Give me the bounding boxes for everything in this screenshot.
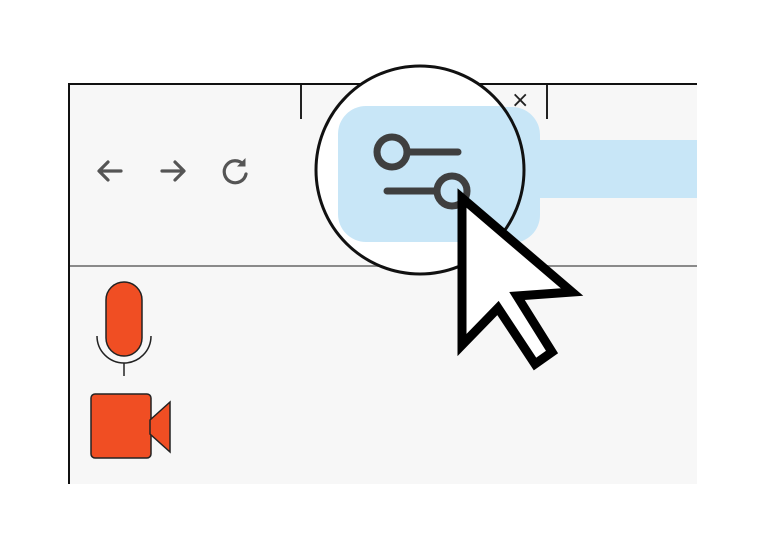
illustration-stage: × — [0, 0, 767, 551]
video-camera-icon — [90, 393, 171, 459]
forward-arrow-icon — [160, 160, 186, 182]
microphone-icon — [96, 281, 152, 376]
camera-permission[interactable] — [90, 390, 174, 465]
back-arrow-icon — [97, 160, 123, 182]
reload-icon — [222, 158, 248, 185]
address-bar[interactable] — [340, 107, 697, 243]
tab-divider — [300, 85, 302, 119]
toolbar-divider — [70, 265, 697, 267]
address-bar-field — [490, 140, 697, 198]
microphone-permission[interactable] — [92, 280, 156, 385]
back-button[interactable] — [92, 153, 128, 189]
reload-button[interactable] — [217, 153, 253, 189]
forward-button[interactable] — [155, 153, 191, 189]
